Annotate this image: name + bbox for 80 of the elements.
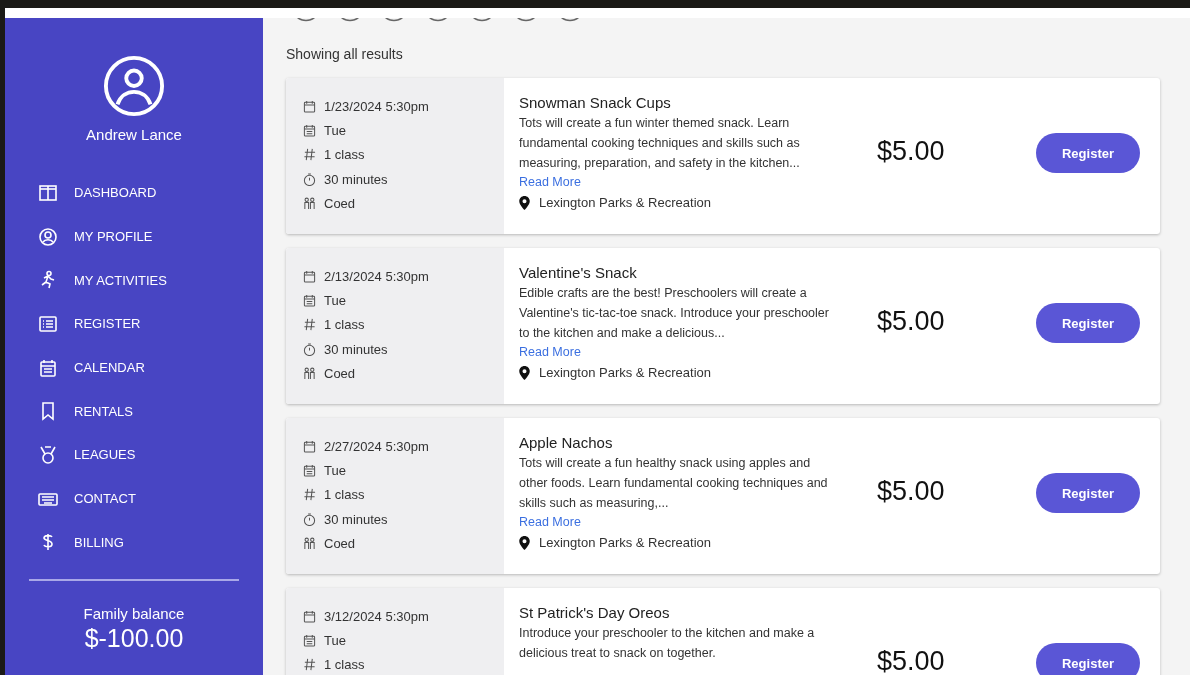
- nav-link[interactable]: CALENDAR: [38, 345, 263, 390]
- nav-link[interactable]: CONTACT: [38, 476, 263, 521]
- nav-link[interactable]: MY ACTIVITIES: [38, 258, 263, 303]
- activity-detail: Coed: [324, 365, 356, 381]
- user-avatar-icon: [103, 55, 165, 117]
- hash-icon: [303, 658, 316, 672]
- nav-link[interactable]: DASHBOARD: [38, 171, 263, 215]
- nav-link[interactable]: MY PROFILE: [38, 214, 263, 259]
- hash-icon: [303, 148, 316, 162]
- medal-icon: [38, 444, 58, 465]
- activity-detail: Coed: [324, 535, 356, 551]
- activity-description: Tots will create a fun healthy snack using apples and other foods. Learn fundamental cooking techniques and skills such as measuring,...: [519, 455, 829, 512]
- activity-detail: 30 minutes: [324, 511, 388, 527]
- stopwatch-icon: [303, 342, 316, 356]
- location-pin-icon: [519, 195, 530, 210]
- stopwatch-icon: [303, 512, 316, 526]
- activity-detail: 1 class: [324, 147, 365, 163]
- activity-detail: Tue: [324, 462, 346, 478]
- nav-link[interactable]: BILLING: [38, 520, 263, 565]
- activity-detail: 3/12/2024 5:30pm: [324, 608, 429, 624]
- register-button[interactable]: Register: [1036, 643, 1140, 675]
- calendar-icon: [38, 357, 58, 378]
- activity-description: Introduce your preschooler to the kitchen and make a delicious treat to snack on together.: [519, 625, 816, 662]
- balance-amount: $-100.00: [84, 624, 184, 654]
- people-icon: [303, 196, 316, 210]
- read-more-link[interactable]: Read More: [519, 343, 581, 361]
- activity-detail: 30 minutes: [324, 341, 388, 357]
- activity-description: Edible crafts are the best! Preschoolers will create a Valentine's tic-tac-toe snack. Introduce your preschooler to the kitchen and make a delicious...: [519, 285, 830, 342]
- activity-detail: Tue: [324, 632, 346, 648]
- user-name: Andrew Lance: [86, 126, 182, 143]
- calendar-icon: [303, 463, 316, 477]
- price: $5.00: [876, 474, 946, 508]
- register-button[interactable]: Register: [1036, 303, 1140, 343]
- calendar-icon: [303, 609, 316, 623]
- list-icon: [38, 313, 58, 334]
- results-label: Showing all results: [286, 46, 404, 64]
- calendar-icon: [303, 123, 316, 137]
- nav-link[interactable]: LEAGUES: [38, 433, 263, 477]
- activity-detail: 2/27/2024 5:30pm: [324, 438, 429, 454]
- location-text: Lexington Parks & Recreation: [539, 195, 711, 210]
- stopwatch-icon: [303, 172, 316, 186]
- activity-detail: 2/13/2024 5:30pm: [324, 268, 429, 284]
- activity-title: Valentine's Snack: [519, 264, 638, 281]
- activity-detail: 1 class: [324, 317, 365, 333]
- read-more-link[interactable]: Read More: [519, 513, 581, 531]
- register-button[interactable]: Register: [1036, 133, 1140, 173]
- calendar-icon: [303, 633, 316, 647]
- register-button[interactable]: Register: [1036, 473, 1140, 513]
- balance-label: Family balance: [83, 605, 185, 623]
- calendar-icon: [303, 293, 316, 307]
- activity-detail: 1 class: [324, 657, 365, 673]
- hash-icon: [303, 488, 316, 502]
- price: $5.00: [876, 644, 946, 675]
- read-more-link[interactable]: Read More: [519, 173, 581, 191]
- location-pin-icon: [519, 365, 530, 380]
- columns-icon: [38, 182, 58, 203]
- nav-link[interactable]: RENTALS: [38, 389, 263, 434]
- activity-detail: Tue: [324, 292, 346, 308]
- calendar-icon: [303, 269, 316, 283]
- activity-title: Apple Nachos: [519, 434, 614, 451]
- user-icon: [38, 226, 58, 247]
- calendar-icon: [303, 439, 316, 453]
- hash-icon: [303, 318, 316, 332]
- calendar-icon: [303, 99, 316, 113]
- activity-detail: 30 minutes: [324, 171, 388, 187]
- price: $5.00: [876, 134, 946, 168]
- nav-link[interactable]: REGISTER: [38, 302, 263, 346]
- people-icon: [303, 366, 316, 380]
- price: $5.00: [876, 304, 946, 338]
- activity-description: Tots will create a fun winter themed snack. Learn fundamental cooking techniques and skills such as measuring, preparation, and safety in the kitchen...: [519, 115, 801, 172]
- location-text: Lexington Parks & Recreation: [539, 535, 711, 550]
- location-text: Lexington Parks & Recreation: [539, 365, 711, 380]
- people-icon: [303, 536, 316, 550]
- activity-detail: Coed: [324, 195, 356, 211]
- activity-title: St Patrick's Day Oreos: [519, 604, 671, 621]
- location-pin-icon: [519, 535, 530, 550]
- activity-title: Snowman Snack Cups: [519, 94, 672, 111]
- activity-detail: 1/23/2024 5:30pm: [324, 98, 429, 114]
- activity-detail: Tue: [324, 122, 346, 138]
- activity-detail: 1 class: [324, 487, 365, 503]
